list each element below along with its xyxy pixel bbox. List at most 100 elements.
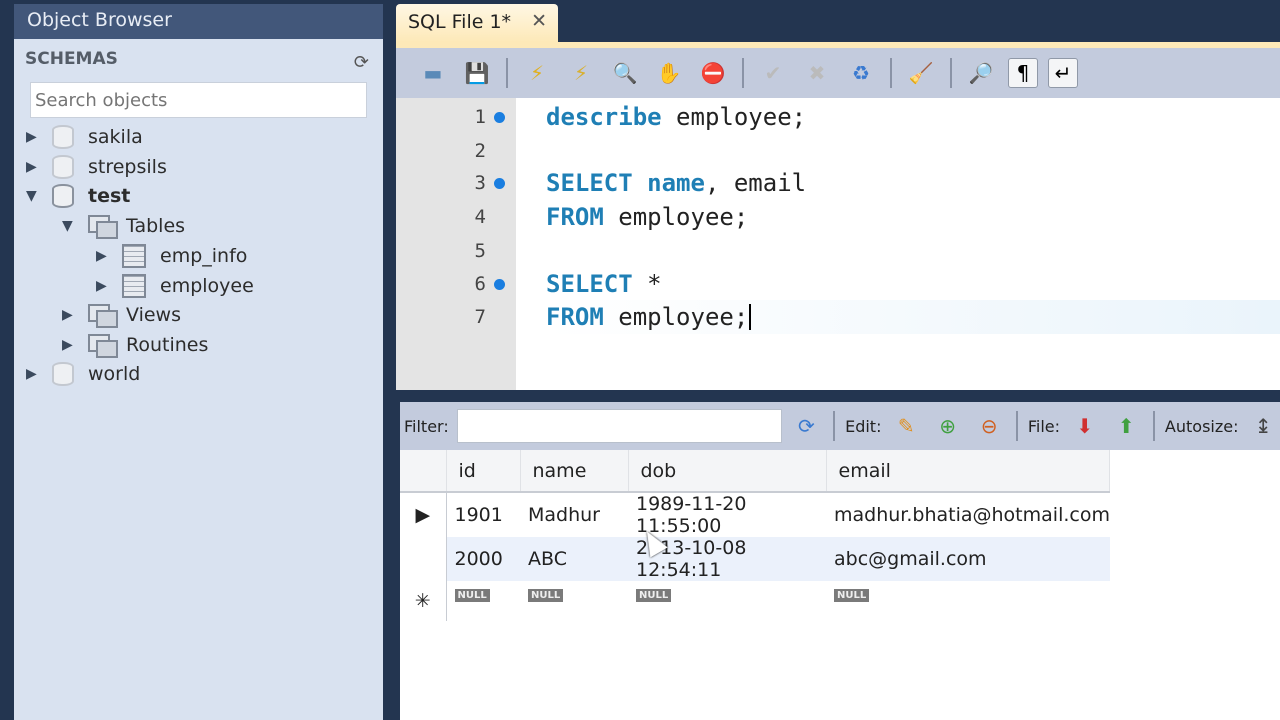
table-row[interactable]: ▶ 1901 Madhur 1989-11-20 11:55:00 madhur… xyxy=(400,492,1110,537)
toolbar-separator xyxy=(1152,411,1155,441)
open-file-icon[interactable]: ▬ xyxy=(416,56,450,90)
expand-arrow-icon[interactable]: ▶ xyxy=(26,159,40,175)
code-line[interactable]: FROM employee; xyxy=(546,300,1280,334)
column-header[interactable]: email xyxy=(826,450,1111,493)
schema-strepsils[interactable]: ▶ strepsils xyxy=(26,153,167,181)
toolbar-separator xyxy=(950,58,952,88)
sql-keyword: SELECT name xyxy=(546,169,705,197)
null-badge[interactable]: NULL xyxy=(454,589,490,602)
toolbar-separator xyxy=(890,58,892,88)
code-line[interactable]: SELECT * xyxy=(546,267,1280,301)
table-employee[interactable]: ▶ employee xyxy=(96,272,254,300)
word-wrap-icon[interactable]: ↵ xyxy=(1048,58,1078,88)
toggle-error-stop-icon[interactable]: ⛔ xyxy=(696,56,730,90)
tree-tables[interactable]: ▼ Tables xyxy=(62,212,185,240)
table-emp-info[interactable]: ▶ emp_info xyxy=(96,242,247,270)
cell[interactable]: 1901 xyxy=(446,492,520,537)
new-row[interactable]: ✳ NULL NULL NULL NULL xyxy=(400,581,1110,621)
null-badge[interactable]: NULL xyxy=(528,589,564,602)
tab-label: SQL File 1* xyxy=(408,11,512,33)
column-header[interactable]: id xyxy=(446,450,521,493)
expand-arrow-icon[interactable]: ▶ xyxy=(26,366,40,382)
insert-row-icon[interactable]: ⊕ xyxy=(931,409,964,443)
find-icon[interactable]: 🔎 xyxy=(964,56,998,90)
expand-arrow-icon[interactable]: ▶ xyxy=(96,278,110,294)
tree-views[interactable]: ▶ Views xyxy=(62,301,181,329)
line-number: 7 xyxy=(474,306,486,328)
cell[interactable]: madhur.bhatia@hotmail.com xyxy=(826,492,1110,537)
refresh-schemas-icon[interactable]: ⟳ xyxy=(354,52,369,73)
execute-current-icon[interactable]: ⚡ xyxy=(564,56,598,90)
collapse-arrow-icon[interactable]: ▼ xyxy=(26,188,40,204)
text-caret xyxy=(749,304,752,330)
schema-world[interactable]: ▶ world xyxy=(26,360,140,388)
line-number: 6 xyxy=(474,273,486,295)
expand-arrow-icon[interactable]: ▶ xyxy=(26,129,40,145)
sql-text: , email xyxy=(704,169,807,197)
code-line[interactable]: describe employee; xyxy=(546,100,1280,134)
editor-toolbar: ▬ 💾 ⚡ ⚡ 🔍 ✋ ⛔ ✔ ✖ ♻ 🧹 🔎 ¶ ↵ xyxy=(396,48,1280,98)
table-label: emp_info xyxy=(160,245,248,267)
close-tab-icon[interactable]: ✕ xyxy=(531,10,547,32)
new-row-marker[interactable]: ✳ xyxy=(400,581,447,621)
current-row-marker[interactable]: ▶ xyxy=(400,492,447,537)
schema-sakila[interactable]: ▶ sakila xyxy=(26,123,143,151)
collapse-arrow-icon[interactable]: ▼ xyxy=(62,218,76,234)
code-line[interactable] xyxy=(546,234,1280,268)
expand-arrow-icon[interactable]: ▶ xyxy=(62,337,76,353)
column-header[interactable]: name xyxy=(520,450,629,493)
toolbar-separator xyxy=(833,411,836,441)
row-header[interactable] xyxy=(400,537,447,581)
null-badge[interactable]: NULL xyxy=(834,589,870,602)
schema-label: test xyxy=(88,185,131,207)
column-header[interactable]: dob xyxy=(628,450,827,493)
code-line[interactable] xyxy=(546,134,1280,168)
table-label: employee xyxy=(160,275,254,297)
tree-routines[interactable]: ▶ Routines xyxy=(62,331,208,359)
sql-text: employee; xyxy=(661,103,807,131)
sql-text: employee; xyxy=(603,303,749,331)
execute-all-icon[interactable]: ⚡ xyxy=(520,56,554,90)
sql-keyword: describe xyxy=(546,103,662,131)
tables-folder-icon xyxy=(88,215,118,239)
import-icon[interactable]: ⬆ xyxy=(1109,409,1142,443)
rollback-icon[interactable]: ✖ xyxy=(800,56,834,90)
stop-icon[interactable]: ✋ xyxy=(652,56,686,90)
refresh-icon[interactable]: ⟳ xyxy=(790,409,823,443)
line-number: 2 xyxy=(474,140,486,162)
statement-marker-icon xyxy=(494,279,505,290)
invisible-chars-icon[interactable]: ¶ xyxy=(1008,58,1038,88)
panel-splitter[interactable] xyxy=(396,390,1280,402)
result-grid: id name dob email ▶ 1901 Madhur 1989-11-… xyxy=(400,450,1280,720)
explain-icon[interactable]: 🔍 xyxy=(608,56,642,90)
expand-arrow-icon[interactable]: ▶ xyxy=(96,248,110,264)
expand-arrow-icon[interactable]: ▶ xyxy=(62,307,76,323)
delete-row-icon[interactable]: ⊖ xyxy=(972,409,1005,443)
save-icon[interactable]: 💾 xyxy=(460,56,494,90)
beautify-icon[interactable]: 🧹 xyxy=(904,56,938,90)
edit-cell-icon[interactable]: ✎ xyxy=(889,409,922,443)
cell[interactable]: abc@gmail.com xyxy=(826,537,1110,581)
row-header-corner xyxy=(400,450,447,493)
code-line[interactable]: SELECT name, email xyxy=(546,166,1280,200)
commit-icon[interactable]: ✔ xyxy=(756,56,790,90)
schema-test[interactable]: ▼ test xyxy=(26,182,130,210)
table-row[interactable]: 2000 ABC 2013-10-08 12:54:11 abc@gmail.c… xyxy=(400,537,1110,581)
table-icon xyxy=(122,274,146,298)
cell[interactable]: 2000 xyxy=(446,537,520,581)
autosize-icon[interactable]: ↨ xyxy=(1246,409,1279,443)
sql-keyword: FROM xyxy=(546,303,604,331)
export-icon[interactable]: ⬇ xyxy=(1068,409,1101,443)
filter-input[interactable] xyxy=(456,409,782,443)
code-line[interactable]: FROM employee; xyxy=(546,200,1280,234)
search-objects-input[interactable] xyxy=(30,82,367,118)
tab-sql-file-1[interactable]: SQL File 1* ✕ xyxy=(396,4,558,42)
line-number: 1 xyxy=(474,106,486,128)
autocommit-icon[interactable]: ♻ xyxy=(844,56,878,90)
line-number: 5 xyxy=(474,240,486,262)
cell[interactable]: Madhur xyxy=(520,492,628,537)
null-badge[interactable]: NULL xyxy=(636,589,672,602)
autosize-label: Autosize: xyxy=(1164,416,1239,436)
cell[interactable]: ABC xyxy=(520,537,628,581)
toolbar-separator xyxy=(1015,411,1018,441)
